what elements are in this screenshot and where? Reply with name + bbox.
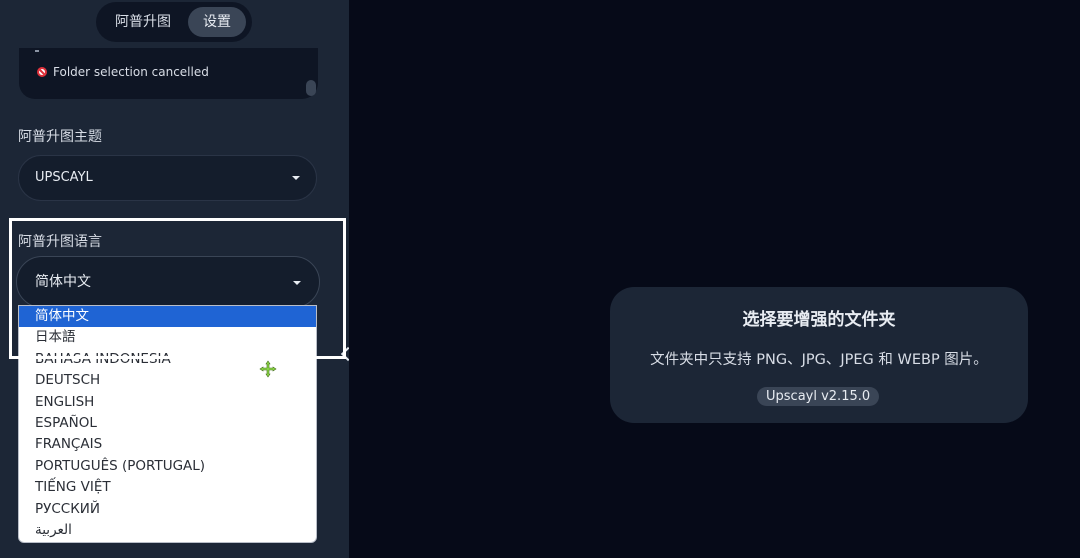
log-message: Folder selection cancelled <box>37 65 209 79</box>
language-option[interactable]: 日本語 <box>19 327 316 348</box>
sidebar: 阿普升图 设置 Folder selection cancelled 阿普升图主… <box>0 0 349 558</box>
sidebar-tabs: 阿普升图 设置 <box>96 2 252 42</box>
tab-settings[interactable]: 设置 <box>188 7 246 37</box>
log-truncated-line <box>35 50 39 52</box>
main-area: 选择要增强的文件夹 文件夹中只支持 PNG、JPG、JPEG 和 WEBP 图片… <box>349 0 1080 558</box>
language-dropdown: 简体中文 日本語 BAHASA INDONESIA DEUTSCH ENGLIS… <box>18 305 317 543</box>
tab-upscale[interactable]: 阿普升图 <box>106 7 180 37</box>
dropzone-title: 选择要增强的文件夹 <box>742 310 896 330</box>
language-label: 阿普升图语言 <box>18 234 102 250</box>
upscayl-app: 阿普升图 设置 Folder selection cancelled 阿普升图主… <box>0 0 1080 558</box>
language-option[interactable]: ENGLISH <box>19 392 316 413</box>
move-icon <box>259 360 277 378</box>
log-scrollbar[interactable] <box>306 80 316 96</box>
dropzone-description: 文件夹中只支持 PNG、JPG、JPEG 和 WEBP 图片。 <box>650 352 988 368</box>
language-option[interactable]: PORTUGUÊS (PORTUGAL) <box>19 456 316 477</box>
caret-down-icon <box>293 281 301 285</box>
version-badge: Upscayl v2.15.0 <box>757 387 880 406</box>
cancel-icon <box>37 67 47 77</box>
language-option[interactable]: РУССКИЙ <box>19 499 316 520</box>
language-option[interactable]: TIẾNG VIỆT <box>19 477 316 498</box>
language-option[interactable]: 简体中文 <box>19 306 316 328</box>
select-folder-dropzone[interactable]: 选择要增强的文件夹 文件夹中只支持 PNG、JPG、JPEG 和 WEBP 图片… <box>610 287 1028 423</box>
theme-select[interactable]: UPSCAYL <box>18 155 317 201</box>
language-option[interactable]: FRANÇAIS <box>19 434 316 455</box>
language-select-value: 简体中文 <box>35 274 91 290</box>
caret-down-icon <box>292 176 300 180</box>
language-option[interactable]: ESPAÑOL <box>19 413 316 434</box>
language-select[interactable]: 简体中文 <box>16 256 320 308</box>
theme-select-value: UPSCAYL <box>35 170 93 185</box>
log-panel: Folder selection cancelled <box>19 48 318 99</box>
log-message-text: Folder selection cancelled <box>53 65 209 79</box>
theme-label: 阿普升图主题 <box>18 129 102 145</box>
language-option[interactable]: العربية <box>19 520 316 541</box>
